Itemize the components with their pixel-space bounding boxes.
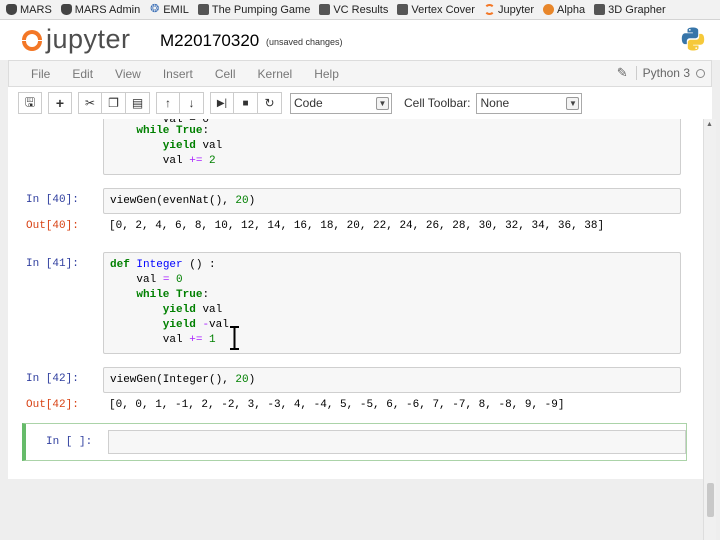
input-prompt: In [40]: (26, 194, 79, 206)
bookmark-vertex-cover[interactable]: Vertex Cover (397, 4, 475, 16)
mars-icon (60, 4, 72, 15)
python-logo-icon (681, 27, 705, 51)
menu-view[interactable]: View (115, 67, 141, 81)
run-button[interactable]: ▶| (210, 92, 234, 114)
bookmark-vc-results[interactable]: VC Results (319, 4, 388, 16)
code-input[interactable]: val = 0 while True: yield val val += 2 (103, 119, 681, 175)
jupyter-logo-text: jupyter (46, 24, 131, 54)
menu-file[interactable]: File (31, 67, 50, 81)
output-prompt: Out[42]: (26, 399, 79, 411)
bookmark-emil[interactable]: ❂ EMIL (149, 4, 189, 16)
output-prompt: Out[40]: (26, 220, 79, 232)
code-line: yield -val (110, 319, 229, 331)
input-prompt: In [42]: (26, 373, 79, 385)
menu-help[interactable]: Help (314, 67, 339, 81)
doc-icon (319, 4, 331, 15)
pencil-icon[interactable]: ✎ (617, 65, 628, 81)
jupyter-icon (483, 4, 495, 15)
menu-edit[interactable]: Edit (72, 67, 93, 81)
code-line: val += 2 (110, 155, 216, 167)
menubar: File Edit View Insert Cell Kernel Help ✎… (8, 60, 712, 87)
text-cursor-icon (230, 326, 239, 350)
code-line: viewGen(Integer(), 20) (110, 374, 256, 386)
move-up-button[interactable]: ↑ (156, 92, 180, 114)
bookmark-mars-admin[interactable]: MARS Admin (60, 4, 140, 16)
bookmark-jupyter[interactable]: Jupyter (483, 4, 534, 16)
code-input[interactable]: viewGen(evenNat(), 20) (103, 188, 681, 214)
paste-button[interactable]: ▤ (126, 92, 150, 114)
input-prompt: In [41]: (26, 258, 79, 270)
chevron-down-icon: ▼ (566, 96, 580, 110)
cell-toolbar-label: Cell Toolbar: (404, 96, 471, 110)
interrupt-button[interactable]: ■ (234, 92, 258, 114)
refresh-icon: ↻ (264, 96, 275, 110)
restart-button[interactable]: ↻ (258, 92, 282, 114)
kernel-status-icon (696, 68, 705, 78)
code-input[interactable]: viewGen(Integer(), 20) (103, 367, 681, 393)
notebook-container: val = 0 while True: yield val val += 2 I… (8, 119, 703, 479)
doc-icon (197, 4, 209, 15)
code-line: val = 0 (110, 274, 183, 286)
active-code-input[interactable] (108, 430, 686, 454)
code-input[interactable]: def Integer () : val = 0 while True: yie… (103, 252, 681, 354)
scrollbar-thumb[interactable] (707, 483, 714, 517)
alpha-icon (543, 4, 555, 15)
code-line: yield val (110, 304, 223, 316)
scissors-icon: ✂ (84, 96, 96, 110)
bookmark-pumping-game[interactable]: The Pumping Game (197, 4, 310, 16)
code-line: while True: (110, 289, 210, 301)
graph-icon (594, 4, 606, 15)
code-line: val += 1 (110, 334, 216, 346)
jupyter-logo-icon (22, 28, 42, 52)
move-down-button[interactable]: ↓ (180, 92, 204, 114)
mars-icon (6, 4, 17, 15)
active-cell[interactable]: In [ ]: (22, 423, 687, 461)
chevron-down-icon: ▼ (376, 96, 389, 110)
kernel-info: ✎ Python 3 (617, 65, 705, 81)
kernel-name: Python 3 (635, 66, 690, 80)
menu-kernel[interactable]: Kernel (258, 67, 293, 81)
save-icon: 🖫 (24, 94, 36, 109)
copy-icon: ❐ (108, 96, 119, 110)
emil-icon: ❂ (150, 3, 160, 15)
doc-icon (397, 4, 409, 15)
bookmark-3d-grapher[interactable]: 3D Grapher (594, 4, 666, 16)
arrow-down-icon: ↓ (188, 96, 195, 110)
menu-cell[interactable]: Cell (215, 67, 236, 81)
code-line: viewGen(evenNat(), 20) (110, 195, 256, 207)
notebook-name[interactable]: M220170320 (160, 31, 259, 51)
step-forward-icon: ▶| (216, 97, 228, 109)
page-background (0, 479, 703, 540)
code-line: yield val (110, 140, 223, 152)
notebook-header: jupyter M220170320 (unsaved changes) (0, 20, 720, 60)
plus-icon: + (55, 95, 65, 111)
arrow-up-icon: ↑ (165, 96, 171, 110)
vertical-scrollbar[interactable]: ▲ (703, 119, 716, 540)
stop-icon: ■ (242, 97, 249, 109)
save-status: (unsaved changes) (266, 37, 343, 47)
cut-button[interactable]: ✂ (78, 92, 102, 114)
bookmark-alpha[interactable]: Alpha (543, 4, 585, 16)
paste-icon: ▤ (131, 96, 144, 110)
cell-output: [0, 0, 1, -1, 2, -2, 3, -3, 4, -4, 5, -5… (109, 399, 565, 411)
cell-toolbar-select[interactable]: None ▼ (476, 92, 583, 114)
menu-insert[interactable]: Insert (163, 67, 193, 81)
cell-output: [0, 2, 4, 6, 8, 10, 12, 14, 16, 18, 20, … (109, 220, 605, 232)
code-line: while True: (110, 125, 210, 137)
code-line: def Integer () : (110, 259, 216, 271)
save-button[interactable]: 🖫 (18, 92, 42, 114)
cell-type-select[interactable]: Code ▼ (290, 92, 392, 114)
jupyter-logo[interactable]: jupyter (22, 24, 131, 55)
copy-button[interactable]: ❐ (102, 92, 126, 114)
toolbar: 🖫 + ✂ ❐ ▤ ↑ ↓ ▶| ■ ↻ Code ▼ Cell Toolbar… (8, 87, 712, 119)
bookmarks-bar: MARS MARS Admin ❂ EMIL The Pumping Game V… (0, 0, 720, 20)
insert-cell-button[interactable]: + (48, 92, 72, 114)
bookmark-mars[interactable]: MARS (6, 4, 52, 16)
scroll-up-icon[interactable]: ▲ (706, 121, 713, 128)
